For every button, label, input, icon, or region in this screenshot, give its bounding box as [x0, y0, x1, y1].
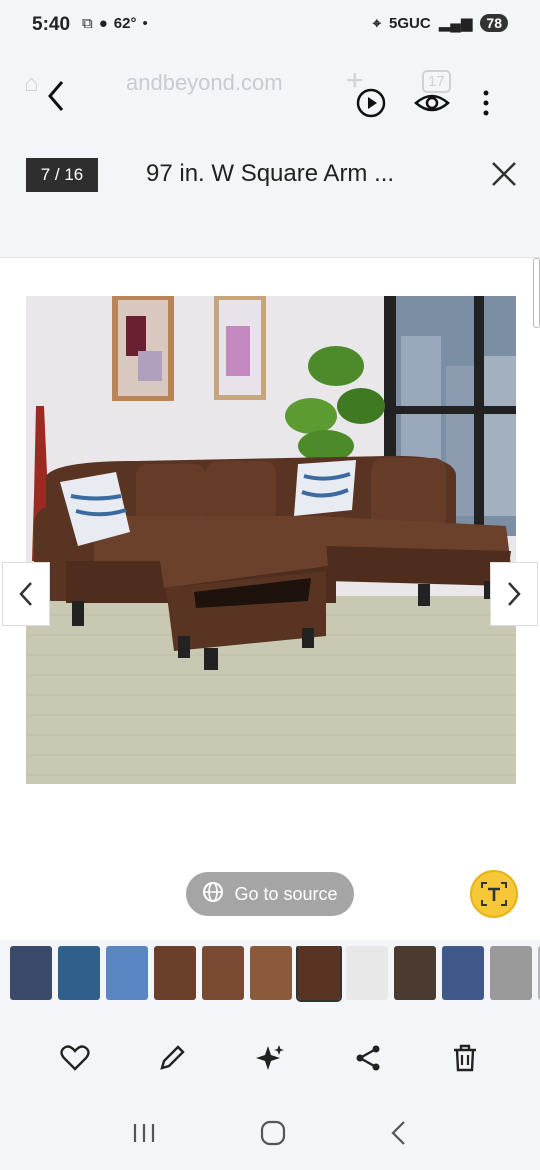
next-image-button[interactable]	[490, 562, 538, 626]
signal-icon: ▂▄▆	[438, 15, 473, 32]
screen-record-icon: ⧉	[82, 15, 93, 32]
go-to-source-button[interactable]: Go to source	[186, 872, 354, 916]
go-to-source-label: Go to source	[234, 883, 338, 904]
thumbnail-6[interactable]	[250, 946, 292, 1000]
product-image	[26, 296, 516, 784]
image-counter: 7 / 16	[26, 158, 98, 192]
viewer-header: 7 / 16 97 in. W Square Arm ...	[0, 148, 540, 258]
chat-icon: ●	[98, 15, 108, 32]
thumbnail-2[interactable]	[58, 946, 100, 1000]
eye-icon[interactable]	[414, 86, 450, 120]
status-left-icons: ⧉ ● 62° •	[82, 15, 148, 32]
play-circle-icon[interactable]	[354, 86, 388, 120]
back-button[interactable]	[44, 78, 68, 123]
status-temperature: 62°	[113, 15, 137, 32]
edit-icon[interactable]	[156, 1042, 188, 1074]
heart-icon[interactable]	[59, 1042, 91, 1074]
thumbnail-8[interactable]	[346, 946, 388, 1000]
sparkle-icon[interactable]	[254, 1042, 286, 1074]
globe-icon	[202, 881, 224, 908]
home-button-icon[interactable]	[259, 1119, 287, 1152]
system-back-icon[interactable]	[388, 1119, 410, 1152]
trash-icon[interactable]	[449, 1042, 481, 1074]
text-extract-button[interactable]	[470, 870, 518, 918]
thumbnail-5[interactable]	[202, 946, 244, 1000]
recent-apps-icon[interactable]	[130, 1121, 158, 1150]
thumbnail-7[interactable]	[296, 946, 342, 1002]
scroll-indicator[interactable]	[533, 258, 540, 328]
dot-icon: •	[142, 15, 148, 32]
thumbnail-3[interactable]	[106, 946, 148, 1000]
thumbnail-1[interactable]	[10, 946, 52, 1000]
browser-bar: ⌂ andbeyond.com + 17	[0, 52, 540, 148]
close-button[interactable]	[486, 156, 522, 192]
thumbnail-strip	[0, 946, 540, 1010]
status-time: 5:40	[32, 14, 71, 35]
status-network: 5GUC	[389, 14, 431, 32]
text-scan-icon	[481, 882, 507, 906]
action-toolbar	[0, 1030, 540, 1086]
status-bar: 5:40 ⧉ ● 62° • ⌖ 5GUC ▂▄▆ 78	[0, 0, 540, 52]
image-viewer-sheet: 7 / 16 97 in. W Square Arm ... Go to sou…	[0, 148, 540, 940]
share-icon[interactable]	[352, 1042, 384, 1074]
system-nav-bar	[0, 1100, 540, 1170]
more-vert-icon[interactable]	[476, 86, 510, 120]
previous-image-button[interactable]	[2, 562, 50, 626]
home-icon: ⌂	[24, 70, 39, 97]
url-faded: andbeyond.com	[126, 70, 283, 95]
thumbnail-11[interactable]	[490, 946, 532, 1000]
image-title: 97 in. W Square Arm ...	[146, 160, 395, 187]
status-right: ⌖ 5GUC ▂▄▆ 78	[373, 14, 508, 32]
thumbnail-9[interactable]	[394, 946, 436, 1000]
location-icon: ⌖	[372, 14, 382, 32]
thumbnail-4[interactable]	[154, 946, 196, 1000]
status-battery: 78	[480, 14, 508, 32]
thumbnail-10[interactable]	[442, 946, 484, 1000]
